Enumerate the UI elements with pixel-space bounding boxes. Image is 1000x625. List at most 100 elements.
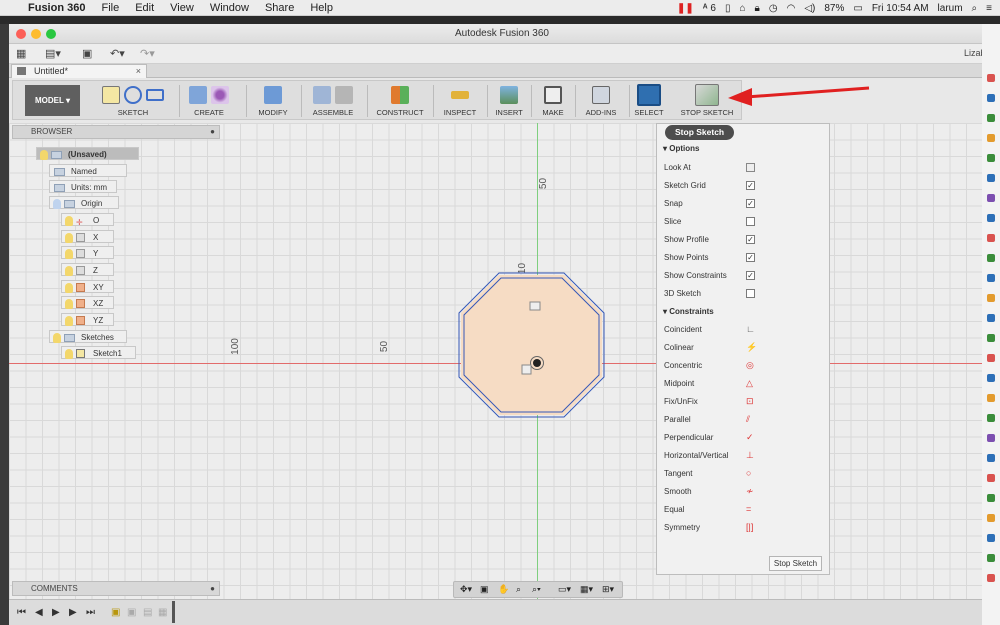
sketch-octagon[interactable] [9, 123, 995, 625]
timeline-back-icon[interactable]: ◀ [35, 607, 43, 618]
show-profile-checkbox[interactable]: ✓ [746, 235, 755, 244]
dock-app-icon[interactable] [987, 314, 995, 322]
select-icon[interactable] [637, 84, 661, 106]
dock-app-icon[interactable] [987, 114, 995, 122]
close-window-button[interactable] [16, 29, 26, 39]
add-ins-group[interactable]: ADD-INS [576, 84, 626, 119]
concentric-icon[interactable]: ◎ [746, 360, 755, 370]
adobe-badge[interactable]: ᴬ 6 [703, 3, 716, 14]
modify-group[interactable]: MODIFY [250, 84, 296, 119]
constraint-midpoint[interactable]: Midpoint [664, 379, 694, 388]
colinear-icon[interactable]: ⚡ [746, 342, 757, 352]
midpoint-icon[interactable]: △ [746, 378, 755, 388]
dock-app-icon[interactable] [987, 154, 995, 162]
constraint-tangent[interactable]: Tangent [664, 469, 692, 478]
slice-checkbox[interactable] [746, 217, 755, 226]
browser-item-origin[interactable]: Origin [49, 196, 119, 209]
tangent-icon[interactable]: ○ [746, 468, 755, 478]
extrude-icon[interactable] [189, 86, 207, 104]
visibility-bulb-icon[interactable] [65, 232, 73, 243]
3d-sketch-checkbox[interactable] [746, 289, 755, 298]
zoom-window-button[interactable] [46, 29, 56, 39]
close-tab-icon[interactable]: × [136, 65, 141, 78]
visibility-bulb-icon[interactable] [65, 248, 73, 259]
origin-axis-z[interactable]: Z [61, 263, 114, 276]
origin-axis-y[interactable]: Y [61, 246, 114, 259]
constraint-horizontal-vertical[interactable]: Horizontal/Vertical [664, 451, 728, 460]
constraint-colinear[interactable]: Colinear [664, 343, 694, 352]
dock-app-icon[interactable] [987, 294, 995, 302]
comments-add-icon[interactable]: ● [210, 582, 215, 595]
perpendicular-icon[interactable]: ✓ [746, 432, 755, 442]
origin-axis-x[interactable]: X [61, 230, 114, 243]
dock-app-icon[interactable] [987, 354, 995, 362]
look-at-nav-icon[interactable]: ▣ [480, 584, 489, 595]
insert-group[interactable]: INSERT [489, 84, 529, 119]
home-icon[interactable]: ⌂ [739, 3, 745, 14]
zoom-window-icon[interactable]: ⌕▾ [532, 584, 541, 595]
equal-icon[interactable]: = [746, 504, 755, 514]
viewports-icon[interactable]: ⊞▾ [602, 584, 614, 595]
timeline-marker[interactable] [172, 601, 175, 623]
browser-root-item[interactable]: (Unsaved) [36, 147, 139, 160]
options-header[interactable]: ▾ Options [663, 144, 699, 153]
show-constraints-checkbox[interactable]: ✓ [746, 271, 755, 280]
data-panel-grid-icon[interactable]: ▦ [16, 47, 26, 60]
file-menu-icon[interactable]: ▤▾ [45, 47, 61, 60]
pause-icon[interactable]: ❚❚ [677, 3, 694, 14]
user-name[interactable]: larum [938, 3, 963, 14]
redo-icon[interactable]: ↷▾ [140, 47, 155, 60]
origin-plane-yz[interactable]: YZ [61, 313, 114, 326]
make-3d-print-icon[interactable] [544, 86, 562, 104]
scripts-icon[interactable] [592, 86, 610, 104]
dock-app-icon[interactable] [987, 254, 995, 262]
constraints-header[interactable]: ▾ Constraints [663, 307, 714, 316]
dock-app-icon[interactable] [987, 94, 995, 102]
new-component-icon[interactable] [313, 86, 331, 104]
dock-app-icon[interactable] [987, 514, 995, 522]
look-at-icon[interactable] [746, 163, 755, 172]
symmetry-icon[interactable]: [|] [746, 522, 755, 532]
dock-app-icon[interactable] [987, 494, 995, 502]
construct-group[interactable]: CONSTRUCT [371, 84, 429, 119]
visibility-bulb-icon[interactable] [40, 149, 48, 160]
dock-app-icon[interactable] [987, 134, 995, 142]
origin-point-o[interactable]: ✛ O [61, 213, 114, 227]
dock-app-icon[interactable] [987, 434, 995, 442]
dock-app-icon[interactable] [987, 554, 995, 562]
visibility-bulb-icon[interactable] [65, 215, 73, 226]
visibility-bulb-icon[interactable] [65, 298, 73, 309]
constraint-parallel[interactable]: Parallel [664, 415, 691, 424]
menu-help[interactable]: Help [310, 2, 333, 14]
orbit-icon[interactable]: ✥▾ [460, 584, 472, 595]
dock-app-icon[interactable] [987, 334, 995, 342]
stop-sketch-button[interactable]: Stop Sketch [769, 556, 822, 571]
select-group[interactable]: SELECT [631, 84, 667, 119]
assemble-group[interactable]: ASSEMBLE [305, 84, 361, 119]
timeline-start-icon[interactable]: ⏮ [17, 607, 26, 618]
visibility-bulb-icon[interactable] [65, 348, 73, 359]
insert-image-icon[interactable] [500, 86, 518, 104]
workspace-switcher[interactable]: MODEL ▾ [25, 85, 80, 116]
coincident-icon[interactable]: ∟ [746, 324, 755, 334]
timeline-forward-icon[interactable]: ▶ [69, 607, 77, 618]
menu-view[interactable]: View [170, 2, 194, 14]
browser-item-named-views[interactable]: Named Views [49, 164, 127, 189]
menu-share[interactable]: Share [265, 2, 294, 14]
dock-app-icon[interactable] [987, 394, 995, 402]
volume-icon[interactable]: ◁) [804, 3, 815, 14]
origin-plane-xz[interactable]: XZ [61, 296, 114, 309]
menu-file[interactable]: File [101, 2, 119, 14]
timeline-play-icon[interactable]: ▶ [52, 607, 60, 618]
browser-panel-header[interactable]: BROWSER ● [12, 125, 220, 139]
display-settings-icon[interactable]: ▭▾ [558, 584, 571, 595]
timeline-feature-icon[interactable]: ▦ [158, 607, 167, 618]
dock-app-icon[interactable] [987, 474, 995, 482]
browser-item-sketch1[interactable]: Sketch1 [61, 346, 136, 359]
clock-text[interactable]: Fri 10:54 AM [872, 3, 929, 14]
create-sketch-icon[interactable] [102, 86, 120, 104]
app-menu[interactable]: Fusion 360 [28, 2, 85, 14]
make-group[interactable]: MAKE [533, 84, 573, 119]
grid-settings-icon[interactable]: ▦▾ [580, 584, 593, 595]
smooth-icon[interactable]: ≁ [746, 486, 755, 496]
